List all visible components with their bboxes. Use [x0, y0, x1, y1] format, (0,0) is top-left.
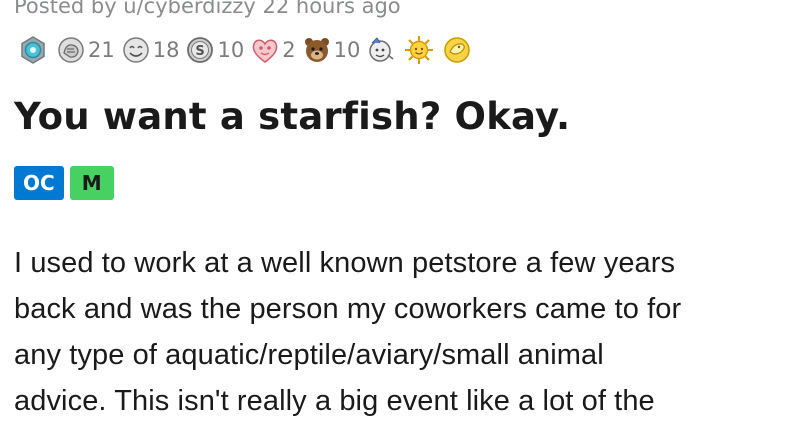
- bear-award-icon: [302, 35, 332, 65]
- oc-flair[interactable]: OC: [14, 166, 64, 200]
- wholesome-award-icon: [121, 35, 151, 65]
- award-wholesome[interactable]: 18: [121, 35, 180, 65]
- svg-text:S: S: [196, 44, 205, 59]
- award-count: 2: [282, 38, 296, 62]
- award-count: 10: [217, 38, 245, 62]
- award-count: 18: [152, 38, 180, 62]
- award-hugz[interactable]: [366, 35, 398, 65]
- heart-eyes-award-icon: [250, 35, 280, 65]
- gold-award-icon: [442, 35, 472, 65]
- award-count: 10: [333, 38, 361, 62]
- post-meta[interactable]: Posted by u/cyberdizzy 22 hours ago: [14, 0, 401, 18]
- award-heart-eyes[interactable]: 2: [250, 35, 296, 65]
- awards-bar[interactable]: 21 18 S 10 2 10: [18, 34, 480, 66]
- post-body-line: any type of aquatic/reptile/aviary/small…: [14, 339, 604, 371]
- post-body-line: back and was the person my coworkers cam…: [14, 293, 682, 325]
- post-body-line: advice. This isn't really a big event li…: [14, 385, 655, 417]
- post-body-line: I used to work at a well known petstore …: [14, 247, 676, 279]
- award-gold[interactable]: [442, 35, 474, 65]
- award-silver[interactable]: [18, 35, 50, 65]
- helpful-award-icon: [56, 35, 86, 65]
- post-title[interactable]: You want a starfish? Okay.: [14, 95, 570, 138]
- silver-award-icon: [18, 35, 48, 65]
- award-helpful[interactable]: 21: [56, 35, 115, 65]
- post-body: I used to work at a well known petstore …: [14, 240, 800, 424]
- award-count: 21: [88, 38, 115, 62]
- award-sun[interactable]: [404, 35, 436, 65]
- award-silver-coin[interactable]: S 10: [185, 35, 244, 65]
- post-flairs: OC M: [14, 166, 114, 200]
- reddit-post: Posted by u/cyberdizzy 22 hours ago 21 1…: [0, 0, 800, 420]
- silver-coin-award-icon: S: [185, 35, 215, 65]
- sun-award-icon: [404, 35, 434, 65]
- m-flair[interactable]: M: [69, 166, 114, 200]
- hugz-award-icon: [366, 35, 396, 65]
- award-bear[interactable]: 10: [302, 35, 361, 65]
